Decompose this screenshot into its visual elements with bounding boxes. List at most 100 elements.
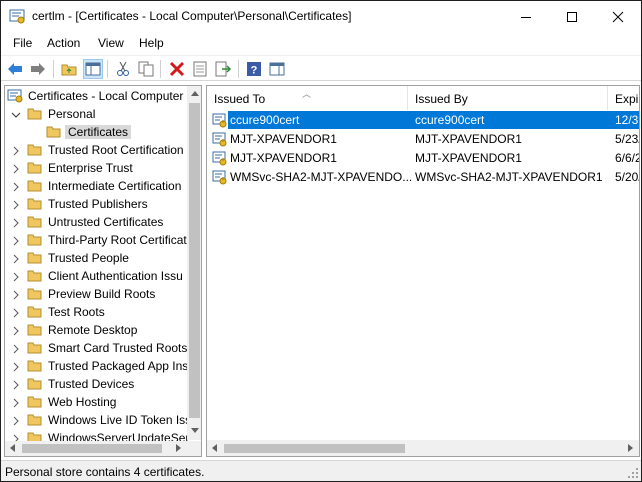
- tree-item-store[interactable]: Windows Live ID Token Iss: [5, 411, 191, 429]
- tree-item-label: Remote Desktop: [48, 323, 138, 337]
- certificate-icon: [212, 112, 228, 128]
- list-horizontal-scrollbar[interactable]: [207, 440, 639, 456]
- chevron-right-icon[interactable]: [11, 163, 21, 174]
- cell-issued-to: MJT-XPAVENDOR1: [230, 132, 337, 146]
- tree-item-store[interactable]: Trusted Packaged App Ins: [5, 357, 188, 375]
- console-tree[interactable]: Certificates - Local Computer Personal C…: [4, 85, 202, 457]
- cell-issued-by: WMSvc-SHA2-MJT-XPAVENDOR1: [415, 170, 603, 184]
- tree-item-store[interactable]: Trusted People: [5, 249, 187, 267]
- chevron-right-icon[interactable]: [11, 289, 21, 300]
- chevron-right-icon[interactable]: [11, 181, 21, 192]
- scroll-right-icon[interactable]: [176, 444, 181, 452]
- chevron-right-icon[interactable]: [11, 415, 21, 426]
- up-folder-icon[interactable]: [59, 59, 79, 79]
- delete-icon[interactable]: [167, 59, 187, 79]
- chevron-right-icon[interactable]: [11, 217, 21, 228]
- copy-icon[interactable]: [136, 59, 156, 79]
- tree-root[interactable]: Certificates - Local Computer: [5, 87, 187, 105]
- menu-help[interactable]: Help: [139, 36, 164, 50]
- chevron-right-icon[interactable]: [11, 343, 21, 354]
- menu-view[interactable]: View: [98, 36, 124, 50]
- properties-icon[interactable]: [190, 59, 210, 79]
- certificate-app-icon: [9, 9, 25, 24]
- folder-icon: [27, 322, 43, 337]
- action-pane-icon[interactable]: [267, 59, 287, 79]
- tree-item-store[interactable]: Trusted Publishers: [5, 195, 187, 213]
- column-header-expiration[interactable]: Expir: [608, 86, 639, 110]
- tree-item-store[interactable]: Intermediate Certification: [5, 177, 187, 195]
- chevron-right-icon[interactable]: [11, 271, 21, 282]
- column-header-issued-to[interactable]: ︿ Issued To: [207, 86, 408, 110]
- back-arrow-icon[interactable]: [5, 59, 25, 79]
- scroll-right-icon[interactable]: [628, 444, 633, 452]
- tree-item-label: Windows Live ID Token Iss: [48, 413, 192, 427]
- scroll-thumb[interactable]: [224, 444, 405, 453]
- certificate-row[interactable]: ccure900cert ccure900cert 12/3: [207, 111, 639, 129]
- certificate-store-icon: [7, 88, 23, 103]
- chevron-right-icon[interactable]: [11, 307, 21, 318]
- scroll-down-icon[interactable]: [191, 428, 199, 433]
- maximize-button[interactable]: [549, 1, 595, 32]
- certificate-row[interactable]: MJT-XPAVENDOR1 MJT-XPAVENDOR1 5/23/: [207, 130, 639, 148]
- show-hide-console-tree-icon[interactable]: [83, 59, 103, 79]
- status-bar: Personal store contains 4 certificates.: [1, 460, 641, 481]
- tree-item-store[interactable]: Trusted Root Certification: [5, 141, 187, 159]
- folder-icon: [27, 232, 43, 247]
- cell-expiration: 12/3: [615, 113, 639, 127]
- folder-icon: [27, 304, 43, 319]
- close-button[interactable]: [595, 1, 641, 32]
- resize-grip-icon[interactable]: [627, 467, 639, 479]
- cell-issued-by: MJT-XPAVENDOR1: [415, 132, 522, 146]
- chevron-right-icon[interactable]: [11, 145, 21, 156]
- column-header-issued-by[interactable]: Issued By: [408, 86, 608, 110]
- export-list-icon[interactable]: [213, 59, 233, 79]
- title-bar[interactable]: certlm - [Certificates - Local Computer\…: [1, 1, 641, 32]
- tree-item-label: Trusted Devices: [48, 377, 135, 391]
- help-icon[interactable]: ?: [244, 59, 264, 79]
- menu-file[interactable]: File: [13, 36, 32, 50]
- chevron-right-icon[interactable]: [11, 199, 21, 210]
- tree-item-store[interactable]: Third-Party Root Certificat: [5, 231, 187, 249]
- tree-item-store[interactable]: Untrusted Certificates: [5, 213, 187, 231]
- tree-item-store[interactable]: Preview Build Roots: [5, 285, 187, 303]
- scrollbar-corner: [187, 441, 201, 456]
- tree-item-certificates[interactable]: Certificates: [5, 123, 187, 141]
- tree-item-label: Smart Card Trusted Roots: [48, 341, 188, 355]
- scroll-left-icon[interactable]: [10, 444, 15, 452]
- cell-issued-to: MJT-XPAVENDOR1: [230, 151, 337, 165]
- certificate-row[interactable]: MJT-XPAVENDOR1 MJT-XPAVENDOR1 6/6/2: [207, 149, 639, 167]
- certificate-row[interactable]: WMSvc-SHA2-MJT-XPAVENDO... WMSvc-SHA2-MJT…: [207, 168, 639, 186]
- status-text: Personal store contains 4 certificates.: [5, 465, 205, 479]
- certificate-icon: [212, 150, 228, 166]
- chevron-right-icon[interactable]: [11, 235, 21, 246]
- tree-horizontal-scrollbar[interactable]: [5, 441, 187, 456]
- scroll-up-icon[interactable]: [191, 91, 199, 96]
- scroll-left-icon[interactable]: [212, 444, 217, 452]
- certificate-list[interactable]: ︿ Issued To Issued By Expir ccure900cert…: [206, 85, 640, 457]
- tree-vertical-scrollbar[interactable]: [187, 86, 201, 440]
- chevron-right-icon[interactable]: [11, 397, 21, 408]
- tree-item-store[interactable]: Test Roots: [5, 303, 187, 321]
- minimize-button[interactable]: [503, 1, 549, 32]
- tree-item-store[interactable]: Remote Desktop: [5, 321, 187, 339]
- menu-action[interactable]: Action: [47, 36, 80, 50]
- folder-icon: [27, 196, 43, 211]
- folder-icon: [27, 268, 43, 283]
- chevron-right-icon[interactable]: [11, 361, 21, 372]
- scroll-thumb[interactable]: [189, 103, 200, 418]
- tree-item-personal[interactable]: Personal: [5, 105, 187, 123]
- chevron-down-icon[interactable]: [11, 109, 21, 119]
- chevron-right-icon[interactable]: [11, 325, 21, 336]
- tree-item-store[interactable]: Trusted Devices: [5, 375, 187, 393]
- scroll-thumb[interactable]: [22, 444, 162, 453]
- tree-item-store[interactable]: Client Authentication Issu: [5, 267, 187, 285]
- tree-item-store[interactable]: Enterprise Trust: [5, 159, 187, 177]
- cut-icon[interactable]: [113, 59, 133, 79]
- tree-item-store[interactable]: Smart Card Trusted Roots: [5, 339, 187, 357]
- cell-expiration: 5/20/: [615, 170, 640, 184]
- folder-icon: [27, 214, 43, 229]
- tree-item-store[interactable]: Web Hosting: [5, 393, 187, 411]
- chevron-right-icon[interactable]: [11, 253, 21, 264]
- chevron-right-icon[interactable]: [11, 379, 21, 390]
- forward-arrow-icon[interactable]: [28, 59, 48, 79]
